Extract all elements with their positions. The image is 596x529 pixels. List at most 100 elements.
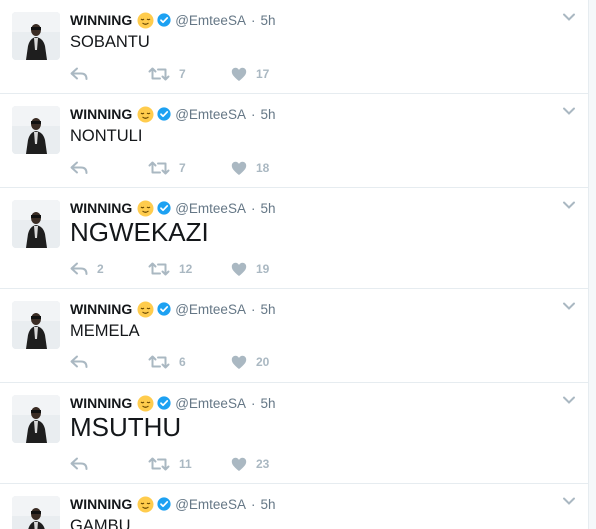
separator-dot: · [250, 301, 256, 317]
relieved-face-emoji-icon [137, 301, 154, 318]
chevron-down-icon[interactable] [562, 395, 576, 405]
tweet-timeline: WINNING @EmteeSA · 5h SOBANTU 7 17 WINNI… [0, 0, 589, 529]
verified-badge-icon [157, 396, 171, 410]
reply-icon [70, 355, 88, 368]
tweet-text: NONTULI [70, 127, 143, 145]
reply-icon [70, 161, 88, 174]
retweet-icon [148, 355, 170, 369]
avatar[interactable] [12, 106, 60, 154]
avatar[interactable] [12, 496, 60, 529]
reply-button[interactable] [70, 355, 148, 369]
retweet-button[interactable]: 12 [148, 262, 231, 276]
chevron-down-icon[interactable] [562, 12, 576, 22]
tweet-text: SOBANTU [70, 33, 150, 51]
reply-icon [70, 457, 88, 470]
chevron-down-icon[interactable] [562, 200, 576, 210]
heart-icon [231, 67, 247, 81]
tweet[interactable]: WINNING @EmteeSA · 5h GAMBU [0, 484, 588, 529]
separator-dot: · [250, 12, 256, 28]
user-handle[interactable]: @EmteeSA [175, 497, 246, 512]
chevron-down-icon[interactable] [562, 301, 576, 311]
user-handle[interactable]: @EmteeSA [175, 302, 246, 317]
retweet-icon [148, 457, 170, 471]
display-name[interactable]: WINNING [70, 12, 132, 28]
avatar[interactable] [12, 395, 60, 443]
tweet-timestamp[interactable]: 5h [260, 396, 275, 411]
retweet-icon [148, 67, 170, 81]
tweet-timestamp[interactable]: 5h [260, 497, 275, 512]
tweet[interactable]: WINNING @EmteeSA · 5h NONTULI 7 18 [0, 94, 588, 188]
like-count: 20 [256, 355, 270, 369]
tweet[interactable]: WINNING @EmteeSA · 5h NGWEKAZI 2 12 19 [0, 188, 588, 289]
display-name[interactable]: WINNING [70, 200, 132, 216]
retweet-button[interactable]: 7 [148, 67, 231, 81]
tweet-timestamp[interactable]: 5h [260, 107, 275, 122]
tweet[interactable]: WINNING @EmteeSA · 5h MEMELA 6 20 [0, 289, 588, 383]
reply-button[interactable] [70, 161, 148, 175]
display-name[interactable]: WINNING [70, 496, 132, 512]
like-count: 18 [256, 161, 270, 175]
chevron-down-icon[interactable] [562, 496, 576, 506]
avatar[interactable] [12, 200, 60, 248]
display-name[interactable]: WINNING [70, 395, 132, 411]
verified-badge-icon [157, 107, 171, 121]
display-name[interactable]: WINNING [70, 106, 132, 122]
scrollbar-track[interactable] [589, 0, 596, 529]
retweet-count: 7 [179, 67, 186, 81]
retweet-count: 7 [179, 161, 186, 175]
like-count: 17 [256, 67, 270, 81]
reply-button[interactable] [70, 457, 148, 471]
tweet-text: GAMBU [70, 517, 131, 529]
relieved-face-emoji-icon [137, 200, 154, 217]
reply-icon [70, 262, 88, 275]
retweet-count: 11 [179, 457, 192, 471]
user-handle[interactable]: @EmteeSA [175, 13, 246, 28]
like-button[interactable]: 17 [231, 67, 311, 82]
retweet-icon [148, 262, 170, 276]
tweet-timestamp[interactable]: 5h [260, 201, 275, 216]
separator-dot: · [250, 496, 256, 512]
verified-badge-icon [157, 201, 171, 215]
tweet[interactable]: WINNING @EmteeSA · 5h MSUTHU 11 23 [0, 383, 588, 484]
user-handle[interactable]: @EmteeSA [175, 107, 246, 122]
separator-dot: · [250, 106, 256, 122]
user-handle[interactable]: @EmteeSA [175, 396, 246, 411]
avatar[interactable] [12, 12, 60, 60]
verified-badge-icon [157, 13, 171, 27]
reply-count: 2 [97, 262, 104, 276]
verified-badge-icon [157, 302, 171, 316]
heart-icon [231, 262, 247, 276]
like-count: 19 [256, 262, 270, 276]
display-name[interactable]: WINNING [70, 301, 132, 317]
retweet-button[interactable]: 7 [148, 161, 231, 175]
tweet-text: MEMELA [70, 322, 140, 340]
heart-icon [231, 161, 247, 175]
heart-icon [231, 355, 247, 369]
heart-icon [231, 457, 247, 471]
retweet-icon [148, 161, 170, 175]
like-button[interactable]: 23 [231, 457, 311, 472]
like-button[interactable]: 20 [231, 355, 311, 370]
tweet-text: MSUTHU [70, 412, 182, 442]
like-button[interactable]: 18 [231, 161, 311, 176]
verified-badge-icon [157, 497, 171, 511]
relieved-face-emoji-icon [137, 12, 154, 29]
tweet-timestamp[interactable]: 5h [260, 13, 275, 28]
retweet-button[interactable]: 6 [148, 355, 231, 369]
retweet-button[interactable]: 11 [148, 457, 231, 471]
reply-button[interactable] [70, 67, 148, 81]
retweet-count: 6 [179, 355, 186, 369]
retweet-count: 12 [179, 262, 193, 276]
like-button[interactable]: 19 [231, 262, 311, 277]
tweet-timestamp[interactable]: 5h [260, 302, 275, 317]
reply-button[interactable]: 2 [70, 262, 148, 276]
relieved-face-emoji-icon [137, 395, 154, 412]
avatar[interactable] [12, 301, 60, 349]
separator-dot: · [250, 395, 256, 411]
user-handle[interactable]: @EmteeSA [175, 201, 246, 216]
tweet[interactable]: WINNING @EmteeSA · 5h SOBANTU 7 17 [0, 0, 588, 94]
relieved-face-emoji-icon [137, 496, 154, 513]
chevron-down-icon[interactable] [562, 106, 576, 116]
reply-icon [70, 67, 88, 80]
relieved-face-emoji-icon [137, 106, 154, 123]
